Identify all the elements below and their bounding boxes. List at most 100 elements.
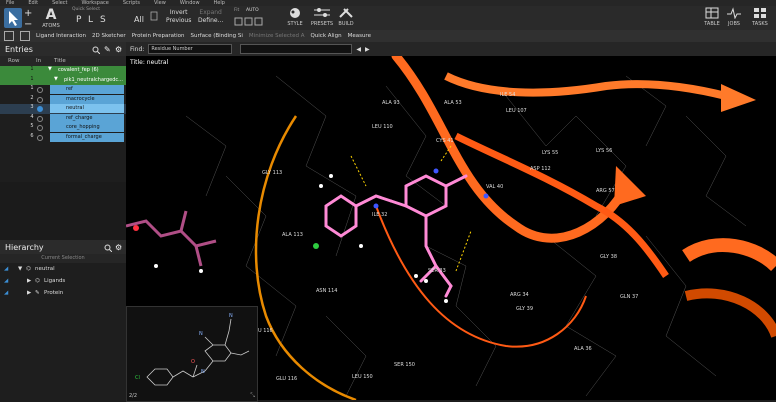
toolbar2-icon-2[interactable]	[20, 31, 30, 41]
select-all-button[interactable]: All	[134, 15, 144, 24]
entry-row[interactable]: 4 ref_charge	[0, 113, 126, 124]
residue-label[interactable]: SER 150	[394, 362, 415, 368]
expand-icon[interactable]: ▶	[27, 275, 31, 287]
include-toggle-icon[interactable]	[37, 106, 43, 112]
residue-label[interactable]: GLN 37	[620, 294, 638, 300]
collapse-icon[interactable]: ▼	[54, 76, 58, 82]
quick-align-button[interactable]: Quick Align	[310, 33, 341, 39]
include-toggle-icon[interactable]	[37, 87, 43, 93]
include-toggle-icon[interactable]	[37, 96, 43, 103]
add-button[interactable]: +	[24, 8, 32, 19]
select-pointer-button[interactable]	[4, 8, 22, 28]
residue-label[interactable]: GLY 38	[600, 254, 617, 260]
fit-buttons[interactable]	[234, 17, 264, 29]
col-title[interactable]: Title	[54, 58, 66, 64]
auto-fit-toggle[interactable]: AUTO	[246, 8, 259, 13]
2d-structure-inset[interactable]: Cl O N N N 2/2 ⤡	[126, 306, 258, 402]
col-row[interactable]: Row	[0, 58, 36, 64]
residue-label[interactable]: ASN 114	[316, 288, 337, 294]
residue-label[interactable]: GLY 39	[516, 306, 533, 312]
entry-row[interactable]: 2 macrocycle	[0, 94, 126, 105]
residue-label[interactable]: ILE 32	[372, 212, 387, 218]
find-previous-icon[interactable]: ◀	[356, 46, 361, 53]
style-button[interactable]: STYLE	[284, 7, 306, 27]
entry-row[interactable]: 5 core_hopping	[0, 123, 126, 133]
hierarchy-panel: Hierarchy ⚙ Current Selection ◢ ▼ ⌬ neut…	[0, 240, 126, 400]
entry-subgroup-row[interactable]: 1 ▼ pik1_neutralchargedc...	[0, 75, 126, 85]
jobs-button[interactable]: JOBS	[724, 7, 744, 27]
collapse-icon[interactable]: ▼	[18, 263, 22, 275]
residue-label[interactable]: LEU 107	[506, 108, 527, 114]
entry-title: macrocycle	[50, 94, 124, 104]
collapse-icon[interactable]: ▼	[48, 66, 52, 72]
table-button[interactable]: TABLE	[702, 7, 722, 27]
plus-icon: +	[24, 8, 33, 19]
quick-select-l[interactable]: L	[88, 15, 93, 25]
residue-label[interactable]: LEU 150	[352, 374, 373, 380]
entry-group-row[interactable]: 1 ▼ covalent_fep (6)	[0, 66, 126, 76]
entry-row[interactable]: 3 neutral	[0, 104, 126, 114]
residue-label[interactable]: LEU 110	[372, 124, 393, 130]
residue-label[interactable]: VAL 40	[486, 184, 503, 190]
residue-label[interactable]: GLU 116	[276, 376, 297, 382]
invert-previous-button[interactable]: Invert Previous	[166, 9, 191, 25]
tasks-button[interactable]: TASKS	[750, 7, 770, 27]
residue-label[interactable]: CYS 41	[436, 138, 454, 144]
residue-label[interactable]: LYS 55	[542, 150, 558, 156]
search-icon[interactable]	[92, 46, 101, 56]
atoms-button[interactable]: A ATOMS	[40, 7, 62, 29]
find-next-icon[interactable]: ▶	[365, 46, 370, 53]
residue-label[interactable]: ALA 113	[282, 232, 303, 238]
residue-label[interactable]: SER 33	[428, 268, 446, 274]
entry-title: ref_charge	[50, 113, 124, 123]
table-icon	[705, 7, 719, 19]
current-selection-label: Current Selection	[0, 254, 126, 263]
col-in[interactable]: In	[36, 58, 54, 64]
entry-title: ref	[50, 85, 124, 94]
checkbox-icon[interactable]: ◢	[4, 263, 8, 275]
residue-label[interactable]: ALA 36	[574, 346, 592, 352]
residue-label[interactable]: ASP 112	[530, 166, 551, 172]
residue-label[interactable]: GLY 113	[262, 170, 282, 176]
presets-button[interactable]: PRESETS	[310, 7, 334, 27]
find-type-select[interactable]: Residue Number	[148, 44, 233, 54]
entry-row[interactable]: 1 ref	[0, 85, 126, 95]
measure-button[interactable]: Measure	[348, 33, 371, 39]
quick-select-s[interactable]: S	[100, 15, 106, 25]
include-toggle-icon[interactable]	[37, 134, 43, 141]
protein-preparation-button[interactable]: Protein Preparation	[132, 33, 185, 39]
hierarchy-root[interactable]: ◢ ▼ ⌬ neutral	[0, 263, 126, 275]
entry-row[interactable]: 6 formal_charge	[0, 132, 126, 143]
hierarchy-ligands[interactable]: ◢ ▶ ⌬ Ligands	[0, 275, 126, 287]
find-input[interactable]	[240, 44, 353, 54]
build-button[interactable]: BUILD	[336, 7, 356, 27]
residue-label[interactable]: ALA 93	[382, 100, 400, 106]
wrench-icon	[339, 8, 353, 18]
toolbar2-icon-1[interactable]	[4, 31, 14, 41]
residue-label[interactable]: ILE 54	[500, 92, 515, 98]
search-icon[interactable]	[104, 244, 113, 254]
ligand-interaction-button[interactable]: Ligand Interaction	[36, 33, 86, 39]
residue-label[interactable]: ARG 57	[596, 188, 615, 194]
settings-icon[interactable]: ⚙	[115, 243, 122, 252]
select-options-icon[interactable]	[150, 11, 158, 23]
quick-select-p[interactable]: P	[76, 15, 81, 25]
checkbox-icon[interactable]: ◢	[4, 287, 8, 299]
include-toggle-icon[interactable]	[37, 115, 43, 122]
edit-icon[interactable]: ✎	[104, 45, 111, 54]
2d-sketcher-button[interactable]: 2D Sketcher	[92, 33, 126, 39]
hierarchy-protein[interactable]: ◢ ▶ ✎ Protein	[0, 287, 126, 299]
residue-label[interactable]: LYS 56	[596, 148, 612, 154]
expand-icon[interactable]: ▶	[27, 287, 31, 299]
remove-button[interactable]: −	[24, 19, 32, 30]
checkbox-icon[interactable]: ◢	[4, 275, 8, 287]
minimize-selected-button[interactable]: Minimize Selected A	[249, 33, 305, 39]
include-toggle-icon[interactable]	[37, 125, 43, 131]
surface-binding-site-button[interactable]: Surface (Binding Si	[191, 33, 243, 39]
main-toolbar: + − A ATOMS Quick Select P L S All Inver…	[0, 6, 776, 31]
resize-icon[interactable]: ⤡	[250, 392, 255, 400]
expand-define-button[interactable]: Expand Define...	[198, 9, 223, 25]
settings-icon[interactable]: ⚙	[115, 45, 122, 54]
residue-label[interactable]: ARG 34	[510, 292, 529, 298]
residue-label[interactable]: ALA 53	[444, 100, 462, 106]
